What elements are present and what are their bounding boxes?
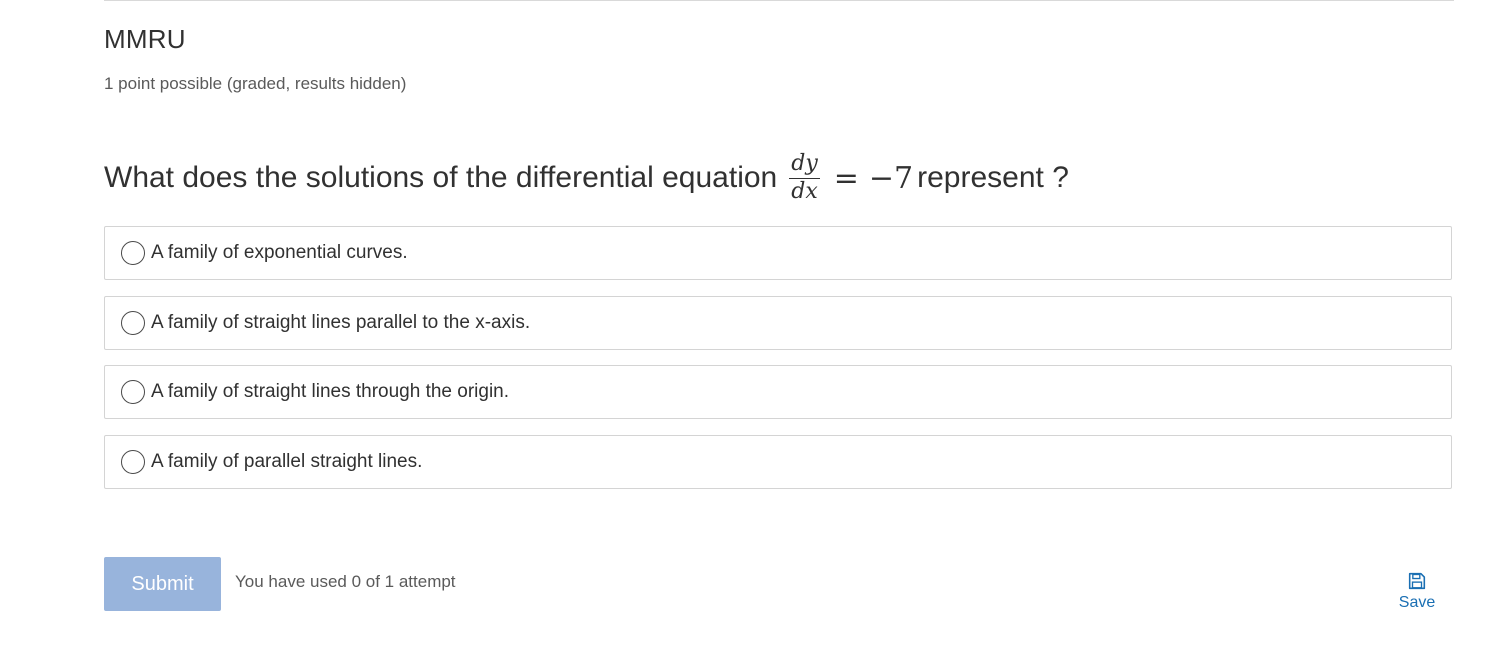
question-prefix: What does the solutions of the different… xyxy=(104,161,778,194)
radio-button[interactable] xyxy=(121,450,145,474)
question-text: What does the solutions of the different… xyxy=(104,148,1069,208)
choice-option-2[interactable]: A family of straight lines parallel to t… xyxy=(104,296,1452,350)
question-suffix: represent ? xyxy=(917,161,1069,194)
attempts-text: You have used 0 of 1 attempt xyxy=(235,572,456,591)
save-button[interactable]: Save xyxy=(1392,572,1442,612)
radio-button[interactable] xyxy=(121,311,145,335)
choice-label: A family of exponential curves. xyxy=(151,242,408,263)
fraction-denominator: dx xyxy=(791,179,818,204)
derivative-fraction: dy dx xyxy=(789,152,820,204)
top-divider xyxy=(104,0,1454,1)
save-label: Save xyxy=(1398,594,1436,611)
choice-label: A family of straight lines parallel to t… xyxy=(151,312,531,333)
choice-label: A family of straight lines through the o… xyxy=(151,381,510,402)
floppy-disk-icon xyxy=(1408,572,1426,590)
problem-title: MMRU xyxy=(104,24,186,54)
choice-label: A family of parallel straight lines. xyxy=(151,451,423,472)
fraction-numerator: dy xyxy=(789,152,820,179)
radio-button[interactable] xyxy=(121,380,145,404)
math-equation: dy dx = −7 xyxy=(789,152,913,204)
equals-sign: = xyxy=(833,160,859,196)
choice-option-3[interactable]: A family of straight lines through the o… xyxy=(104,365,1452,419)
points-possible: 1 point possible (graded, results hidden… xyxy=(104,74,407,93)
submit-button[interactable]: Submit xyxy=(104,557,221,611)
equation-rhs: −7 xyxy=(868,160,914,196)
radio-button[interactable] xyxy=(121,241,145,265)
choice-option-4[interactable]: A family of parallel straight lines. xyxy=(104,435,1452,489)
choice-option-1[interactable]: A family of exponential curves. xyxy=(104,226,1452,280)
